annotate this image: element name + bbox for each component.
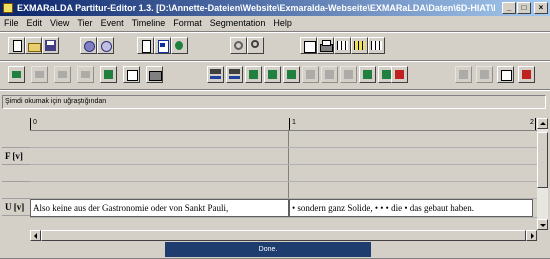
scroll-right-button[interactable] — [526, 230, 537, 241]
partitur-editor: 0 1 2 F [v] U [v] Also keine aus der Gas… — [2, 114, 548, 242]
toolbar-main — [0, 34, 550, 58]
menu-format[interactable]: Format — [169, 16, 206, 30]
link-icon[interactable] — [80, 37, 97, 54]
menu-event[interactable]: Event — [97, 16, 128, 30]
window-title: EXMARaLDA Partitur-Editor 1.3. [D:\Annet… — [17, 3, 495, 13]
move-up-icon[interactable] — [77, 66, 94, 83]
menu-bar: File Edit View Tier Event Timeline Forma… — [0, 16, 550, 30]
scroll-thumb[interactable] — [537, 132, 548, 188]
maximize-button[interactable]: □ — [517, 2, 531, 14]
remove-tier-icon[interactable] — [31, 66, 48, 83]
shrink-icon[interactable] — [321, 66, 338, 83]
delete-tier-icon[interactable] — [54, 66, 71, 83]
menu-help[interactable]: Help — [269, 16, 296, 30]
tier-label-empty[interactable] — [2, 131, 30, 148]
tier-row[interactable] — [30, 131, 538, 148]
event-cell[interactable]: • sondern ganz Solide, • • • die • das g… — [289, 199, 533, 217]
extend-icon[interactable] — [302, 66, 319, 83]
tier-label-empty[interactable] — [2, 182, 30, 199]
event-cell[interactable] — [30, 182, 289, 198]
scroll-up-button[interactable] — [537, 118, 548, 129]
title-bar: EXMARaLDA Partitur-Editor 1.3. [D:\Annet… — [0, 0, 550, 16]
status-message: Şimdi okumak için uğraştığından — [2, 95, 546, 109]
segment-icon[interactable] — [300, 37, 317, 54]
copy-icon[interactable] — [391, 66, 408, 83]
tier-row[interactable] — [30, 165, 538, 182]
timeline-tick-label: 0 — [33, 119, 37, 126]
scroll-thumb[interactable] — [41, 230, 526, 241]
text-output-icon[interactable] — [137, 37, 154, 54]
event-cell[interactable] — [30, 131, 289, 147]
tier-label-empty[interactable] — [2, 165, 30, 182]
zoom-icon[interactable] — [247, 37, 264, 54]
split-icon[interactable] — [283, 66, 300, 83]
menu-segmentation[interactable]: Segmentation — [206, 16, 270, 30]
paste-icon[interactable] — [455, 66, 472, 83]
refresh-icon[interactable] — [230, 37, 247, 54]
progress-bar: Done. — [165, 242, 371, 257]
grid-icon[interactable] — [476, 66, 493, 83]
toolbar-partitur — [0, 63, 550, 87]
window-controls: _ □ × — [502, 2, 548, 14]
shift-right-abc-icon[interactable] — [226, 66, 243, 83]
event-cell[interactable] — [30, 165, 289, 181]
tier-props-icon[interactable] — [123, 66, 140, 83]
move-right-icon[interactable] — [340, 66, 357, 83]
vertical-scrollbar[interactable] — [537, 118, 548, 230]
scroll-down-button[interactable] — [537, 219, 548, 230]
open-folder-icon[interactable] — [25, 37, 42, 54]
menu-file[interactable]: File — [0, 16, 23, 30]
print-tier-icon[interactable] — [146, 66, 163, 83]
shift-left-abc-icon[interactable] — [207, 66, 224, 83]
export-icon[interactable] — [171, 37, 188, 54]
menu-view[interactable]: View — [46, 16, 73, 30]
table-view-icon[interactable] — [497, 66, 514, 83]
tier-label-u[interactable]: U [v] — [2, 199, 30, 216]
add-tier-icon[interactable] — [8, 66, 25, 83]
menu-edit[interactable]: Edit — [23, 16, 47, 30]
word-icon[interactable] — [154, 37, 171, 54]
tier-label-f[interactable]: F [v] — [2, 148, 30, 165]
timeline-tick-label: 1 — [292, 119, 296, 126]
table-add-icon[interactable] — [351, 37, 368, 54]
event-cell[interactable] — [30, 148, 289, 164]
menu-timeline[interactable]: Timeline — [128, 16, 170, 30]
move-down-icon[interactable] — [100, 66, 117, 83]
insert-interval-icon[interactable] — [245, 66, 262, 83]
table-grid-icon[interactable] — [368, 37, 385, 54]
event-cell[interactable]: Also keine aus der Gastronomie oder von … — [30, 199, 289, 217]
save-icon[interactable] — [42, 37, 59, 54]
scroll-left-button[interactable] — [30, 230, 41, 241]
new-file-icon[interactable] — [8, 37, 25, 54]
horizontal-scrollbar[interactable] — [30, 230, 537, 241]
table-icon[interactable] — [334, 37, 351, 54]
timeline-ruler: 0 1 2 — [30, 118, 538, 131]
timeline-tick-label: 2 — [530, 119, 534, 126]
merge-left-icon[interactable] — [264, 66, 281, 83]
minimize-button[interactable]: _ — [502, 2, 516, 14]
toolbar-separator — [0, 60, 550, 62]
toolbar-separator-2 — [0, 89, 550, 91]
timeline-tick — [289, 118, 290, 130]
remove-interval-icon[interactable] — [359, 66, 376, 83]
close-button[interactable]: × — [534, 2, 548, 14]
help-icon[interactable] — [97, 37, 114, 54]
app-icon — [3, 3, 13, 13]
timeline-tick — [30, 118, 31, 130]
menu-separator — [0, 31, 550, 33]
tier-row[interactable] — [30, 148, 538, 165]
close-x-icon[interactable] — [518, 66, 535, 83]
tier-row[interactable]: Also keine aus der Gastronomie oder von … — [30, 199, 538, 218]
tier-row[interactable] — [30, 182, 538, 199]
menu-tier[interactable]: Tier — [73, 16, 96, 30]
print-icon[interactable] — [317, 37, 334, 54]
timeline-tick — [535, 118, 536, 130]
